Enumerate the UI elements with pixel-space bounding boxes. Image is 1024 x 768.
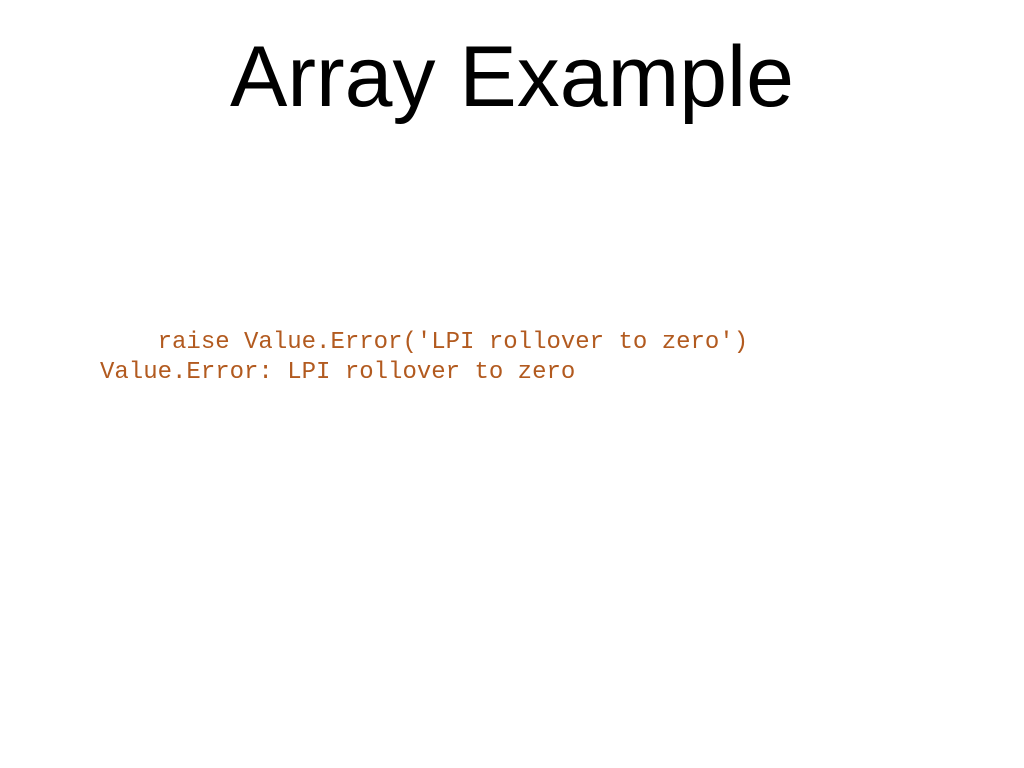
slide-title: Array Example	[0, 28, 1024, 127]
code-line-2: Value.Error: LPI rollover to zero	[100, 359, 575, 386]
code-line-1: raise Value.Error('LPI rollover to zero'…	[100, 329, 748, 356]
slide: Array Example raise Value.Error('LPI rol…	[0, 0, 1024, 768]
code-block: raise Value.Error('LPI rollover to zero'…	[100, 328, 748, 388]
